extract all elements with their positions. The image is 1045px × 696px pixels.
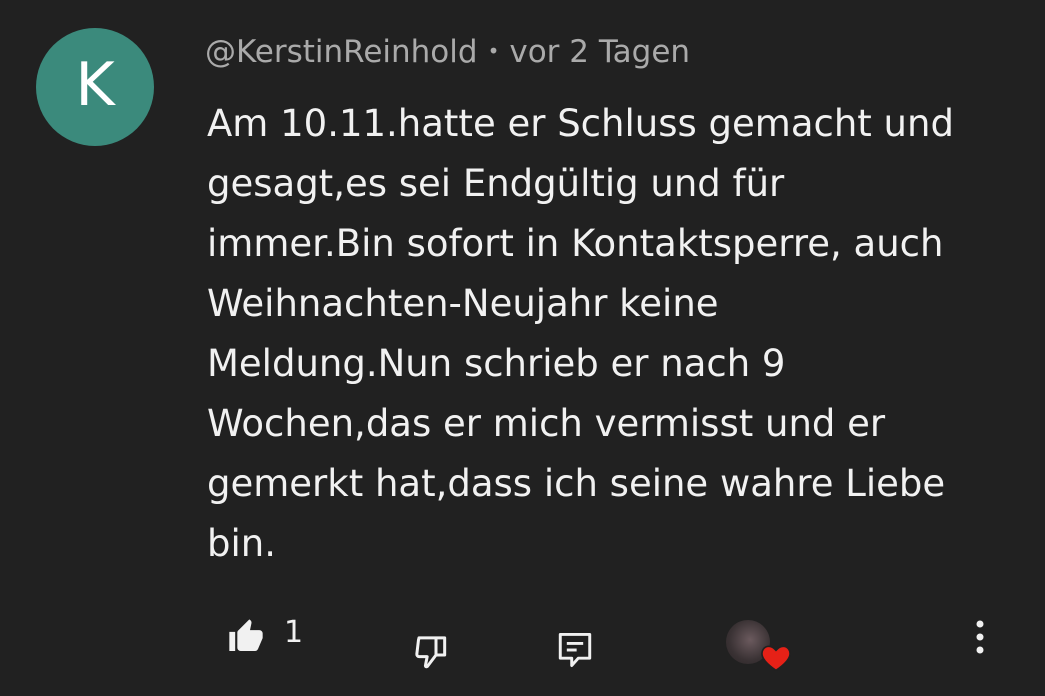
comment-text: Am 10.11.hatte er Schluss gemacht und ge… [207,102,954,565]
username[interactable]: @KerstinReinhold [205,34,478,70]
separator-dot: • [487,38,500,63]
like-count: 1 [284,614,304,650]
avatar[interactable]: K [36,28,154,146]
timestamp[interactable]: vor 2 Tagen [509,34,690,70]
like-button[interactable]: 1 [226,614,304,656]
more-vertical-icon [976,620,984,654]
dislike-button[interactable] [412,632,452,672]
comment-header: @KerstinReinhold • vor 2 Tagen [205,32,690,74]
creator-heart[interactable] [726,614,796,674]
thumbs-up-icon [229,619,263,651]
creator-heart-icon [761,645,791,672]
reply-icon [558,632,592,668]
thumbs-down-icon [415,636,447,669]
avatar-letter: K [75,50,115,120]
more-options-button[interactable] [969,618,991,658]
reply-button[interactable] [557,630,593,670]
